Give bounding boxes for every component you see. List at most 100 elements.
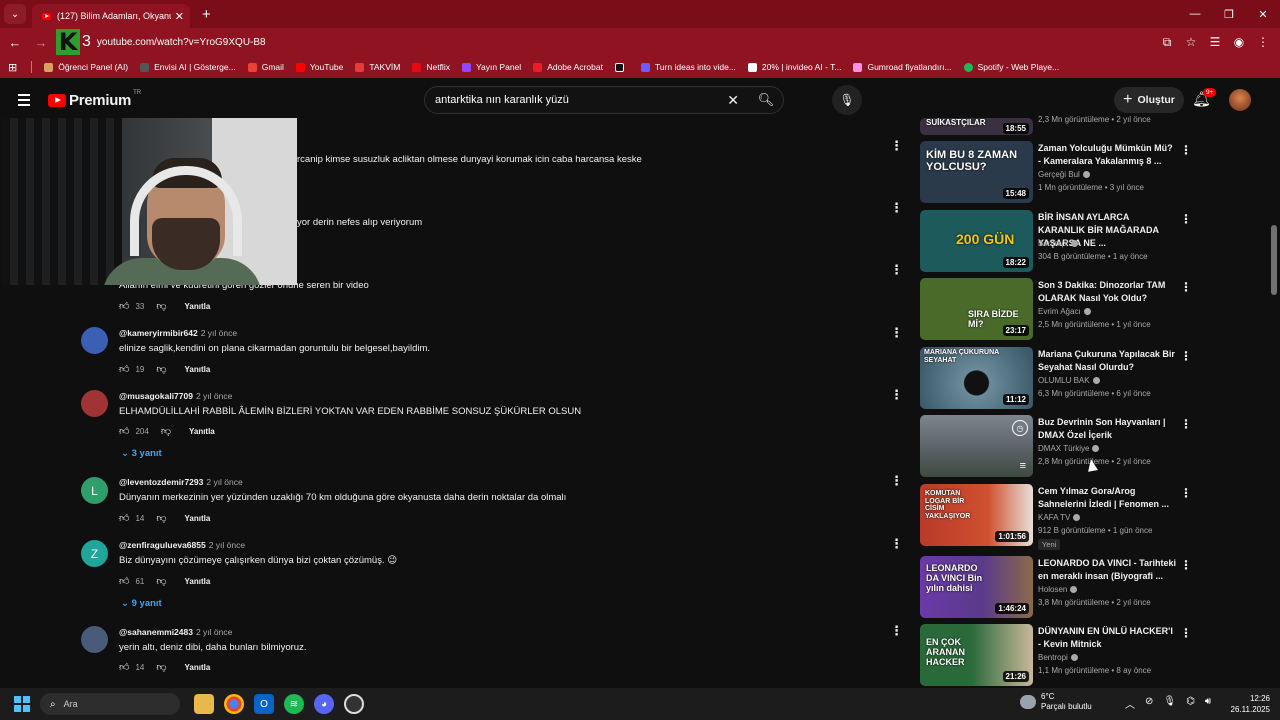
comment-author[interactable]: @zenfiragulueva6855 2 yıl önce	[119, 540, 245, 550]
video-title[interactable]: Buz Devrinin Son Hayvanları | DMAX Özel …	[1038, 416, 1176, 442]
video-thumbnail[interactable]: KOMUTAN LOGAR BİR CİSİM YAKLAŞIYOR 1:01:…	[920, 484, 1033, 546]
account-avatar[interactable]	[1229, 89, 1251, 111]
like-icon[interactable]: 👍︎	[119, 425, 129, 437]
video-title[interactable]: Cem Yılmaz Gora/Arog Sahnelerini İzledi …	[1038, 485, 1176, 511]
channel-label[interactable]: Holosen	[1038, 585, 1067, 594]
taskbar-clock[interactable]: 12:26 26.11.2025	[1226, 693, 1270, 715]
video-menu-icon[interactable]: ⋮	[1180, 626, 1192, 640]
extension-k-logo-icon[interactable]: K	[56, 29, 80, 55]
video-menu-icon[interactable]: ⋮	[1180, 143, 1192, 157]
video-title[interactable]: Son 3 Dakika: Dinozorlar TAM OLARAK Nası…	[1038, 279, 1176, 305]
video-thumbnail[interactable]: 200 GÜN 18:22	[920, 210, 1033, 272]
like-icon[interactable]: 👍︎	[119, 575, 129, 587]
reply-button[interactable]: Yanıtla	[185, 365, 211, 374]
dislike-icon[interactable]: 👎︎	[156, 575, 166, 587]
view-replies-button[interactable]: ⌄ 9 yanıt	[121, 598, 162, 609]
bookmark-gumroad[interactable]: Gumroad fiyatlandırı...	[853, 62, 952, 72]
page-scrollbar-thumb[interactable]	[1271, 225, 1277, 295]
dislike-icon[interactable]: 👎︎	[161, 425, 171, 437]
video-thumbnail[interactable]: MARIANA ÇUKURUNA SEYAHAT 11:12	[920, 347, 1033, 409]
menu-hamburger-icon[interactable]	[18, 94, 30, 106]
profile-icon[interactable]: ◉	[1232, 35, 1246, 50]
bookmark-turn-ideas[interactable]: Turn ideas into vide...	[640, 62, 736, 72]
search-box[interactable]: antarktika nın karanlık yüzü ✕ 🔍︎	[424, 86, 784, 114]
channel-name[interactable]: KAFA TV	[1038, 513, 1081, 522]
reading-list-icon[interactable]: ☰	[1208, 35, 1222, 50]
channel-label[interactable]: DMAX Türkiye	[1038, 444, 1089, 453]
channel-name[interactable]: Bentropi	[1038, 239, 1078, 248]
minimize-button[interactable]: —	[1178, 0, 1212, 28]
bookmark-spotify[interactable]: Spotify - Web Playe...	[963, 62, 1059, 72]
youtube-premium-logo[interactable]: Premium TR	[48, 90, 141, 109]
tab-close-icon[interactable]: ✕	[175, 10, 184, 23]
video-thumbnail[interactable]: SIRA BİZDE Mİ? 23:17	[920, 278, 1033, 340]
search-icon[interactable]: 🔍︎	[749, 86, 783, 114]
chevron-up-icon[interactable]: ︿	[1125, 696, 1135, 711]
file-explorer-icon[interactable]	[194, 694, 214, 714]
like-icon[interactable]: 👍︎	[119, 300, 129, 312]
video-thumbnail[interactable]: SUİKASTÇILAR 18:55	[920, 118, 1033, 135]
volume-icon[interactable]: 🔊︎	[1205, 696, 1211, 711]
comment-menu-icon[interactable]: ⋮	[890, 138, 903, 154]
comment-handle[interactable]: @sahanemmi2483	[119, 627, 193, 637]
bookmark-ogrenci-panel[interactable]: Öğrenci Panel (AI)	[44, 62, 128, 72]
watch-later-clock-icon[interactable]: ◷	[1012, 420, 1028, 436]
video-title[interactable]: LEONARDO DA VINCI - Tarihteki en meraklı…	[1038, 557, 1176, 583]
comment-handle[interactable]: @zenfiragulueva6855	[119, 540, 206, 550]
comment-handle[interactable]: @musagokali7709	[119, 391, 193, 401]
related-video-partial[interactable]: SUİKASTÇILAR 18:55 2,3 Mn görüntüleme • …	[920, 115, 1190, 138]
microphone-icon[interactable]: 🎙︎	[832, 85, 862, 115]
video-title[interactable]: Zaman Yolculuğu Mümkün Mü? - Kameralara …	[1038, 142, 1176, 168]
video-menu-icon[interactable]: ⋮	[1180, 417, 1192, 431]
like-icon[interactable]: 👍︎	[119, 661, 129, 673]
bookmark-yayin-panel[interactable]: Yayın Panel	[461, 62, 521, 72]
bookmark-invideo[interactable]: 20% | invideo AI - T...	[747, 62, 841, 72]
channel-name[interactable]: Holosen	[1038, 585, 1078, 594]
video-thumbnail[interactable]: ◷ ≡	[920, 415, 1033, 477]
video-thumbnail[interactable]: EN ÇOK ARANAN HACKER 21:26	[920, 624, 1033, 686]
weather-widget[interactable]: 6°C Parçalı bulutlu	[1020, 692, 1092, 713]
url-field[interactable]: youtube.com/watch?v=YroG9XQU-B8	[97, 37, 1160, 48]
comment-menu-icon[interactable]: ⋮	[890, 623, 903, 639]
comment-menu-icon[interactable]: ⋮	[890, 387, 903, 403]
taskbar-search[interactable]: ⌕ Ara	[40, 693, 180, 715]
video-title[interactable]: DÜNYANIN EN ÜNLÜ HACKER'I - Kevin Mitnic…	[1038, 625, 1176, 651]
comment-handle[interactable]: @leventozdemir7293	[119, 477, 203, 487]
comment-menu-icon[interactable]: ⋮	[890, 325, 903, 341]
dislike-icon[interactable]: 👎︎	[156, 363, 166, 375]
tab-search-button[interactable]: ⌄	[4, 4, 26, 24]
create-button[interactable]: + Oluştur	[1114, 87, 1184, 113]
dislike-icon[interactable]: 👎︎	[156, 661, 166, 673]
bookmark-adobe-acrobat[interactable]: Adobe Acrobat	[533, 62, 603, 72]
channel-label[interactable]: Gerçeği Bul	[1038, 170, 1080, 179]
comment-author[interactable]: @kameryirmibir642 2 yıl önce	[119, 328, 237, 338]
channel-name[interactable]: Evrim Ağacı	[1038, 307, 1091, 316]
dislike-icon[interactable]: 👎︎	[156, 300, 166, 312]
comment-author[interactable]: @leventozdemir7293 2 yıl önce	[119, 477, 243, 487]
comment-author[interactable]: @sahanemmi2483 2 yıl önce	[119, 627, 232, 637]
video-thumbnail[interactable]: KİM BU 8 ZAMAN YOLCUSU? 15:48	[920, 141, 1033, 203]
reply-button[interactable]: Yanıtla	[185, 514, 211, 523]
new-tab-button[interactable]: +	[202, 6, 211, 23]
channel-label[interactable]: Evrim Ağacı	[1038, 307, 1081, 316]
reply-button[interactable]: Yanıtla	[185, 302, 211, 311]
bookmark-youtube[interactable]: YouTube	[295, 62, 343, 72]
obs-icon[interactable]	[344, 694, 364, 714]
video-menu-icon[interactable]: ⋮	[1180, 486, 1192, 500]
microphone-tray-icon[interactable]: 🎙︎	[1163, 696, 1176, 711]
channel-name[interactable]: Gerçeği Bul	[1038, 170, 1090, 179]
windows-start-icon[interactable]	[14, 696, 30, 712]
apps-grid-icon[interactable]: ⊞	[8, 61, 17, 74]
close-window-button[interactable]: ✕	[1246, 0, 1280, 28]
channel-name[interactable]: DMAX Türkiye	[1038, 444, 1100, 453]
channel-label[interactable]: Bentropi	[1038, 239, 1068, 248]
channel-name[interactable]: Bentropi	[1038, 653, 1078, 662]
video-menu-icon[interactable]: ⋮	[1180, 212, 1192, 226]
search-input[interactable]: antarktika nın karanlık yüzü	[425, 94, 727, 106]
bookmark-star-icon[interactable]: ☆	[1184, 35, 1198, 50]
chrome-icon[interactable]	[224, 694, 244, 714]
channel-label[interactable]: KAFA TV	[1038, 513, 1070, 522]
video-thumbnail[interactable]: LEONARDO DA VINCI Bin yılın dahisi 1:46:…	[920, 556, 1033, 618]
like-icon[interactable]: 👍︎	[119, 363, 129, 375]
add-to-queue-icon[interactable]: ≡	[1017, 459, 1029, 473]
